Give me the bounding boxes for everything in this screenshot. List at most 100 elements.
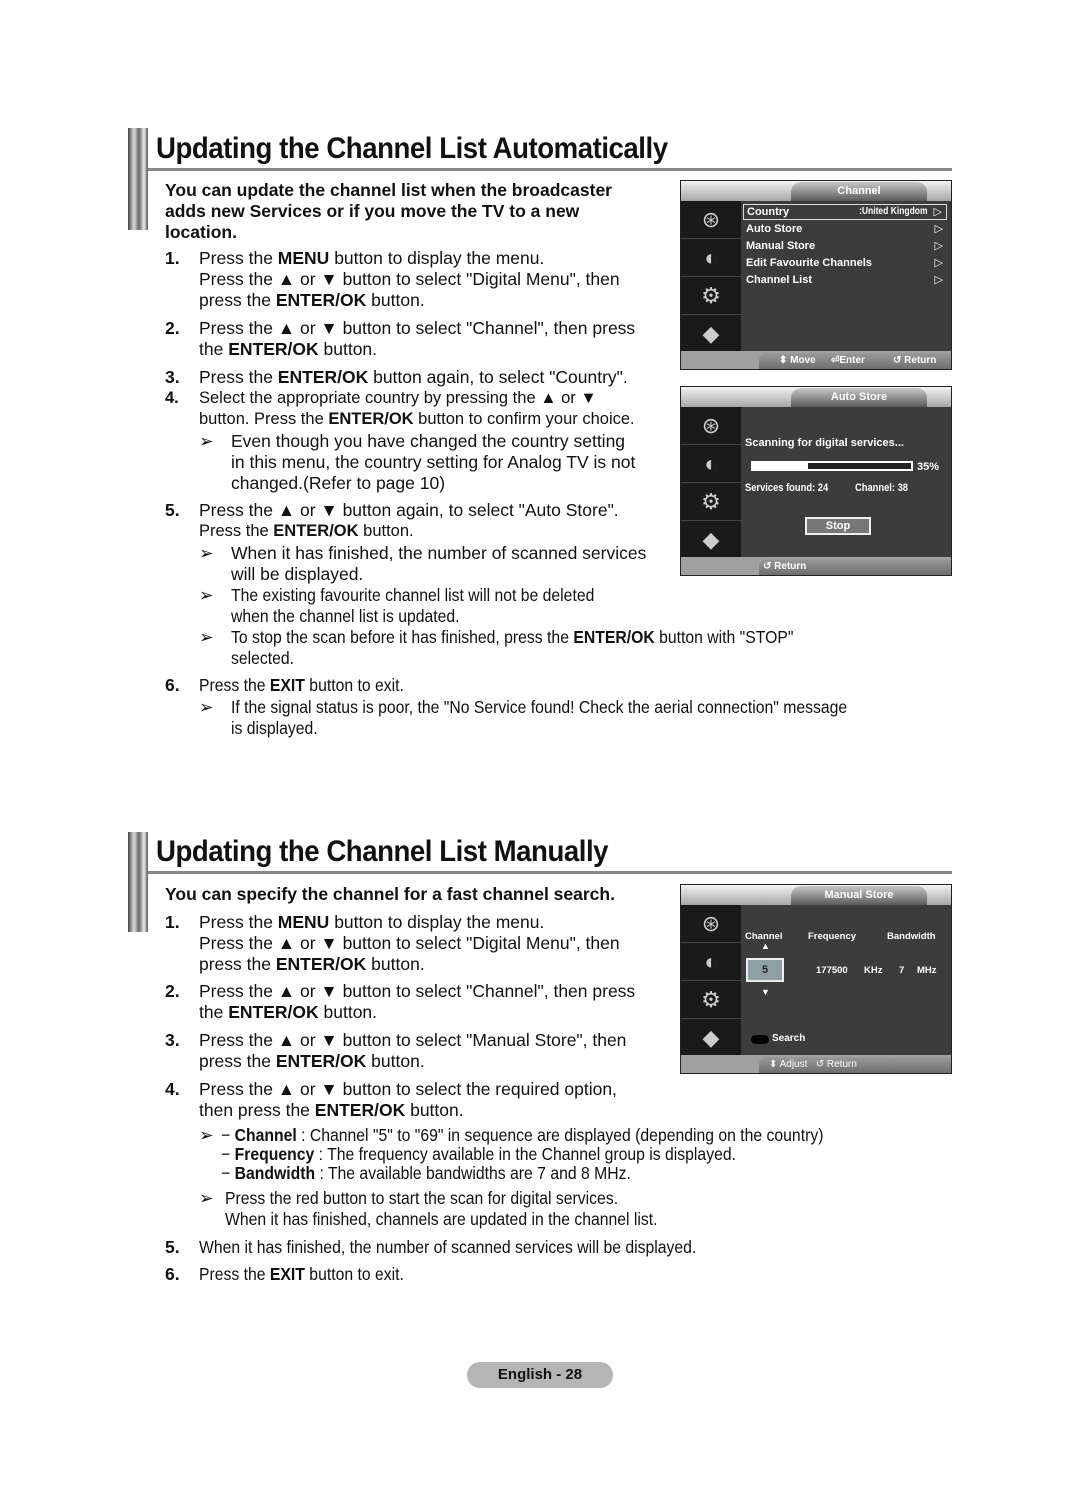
- search-label[interactable]: Search: [772, 1033, 805, 1044]
- chevron-right-icon: ▷: [934, 257, 943, 269]
- menu-item-channel-list[interactable]: Channel List ▷: [743, 272, 947, 288]
- note-arrow-icon: ➢: [199, 585, 214, 605]
- chevron-right-icon: ▷: [934, 274, 943, 286]
- step-number: 5.: [165, 500, 180, 520]
- menu-item-edit-favourite-channels[interactable]: Edit Favourite Channels ▷: [743, 255, 947, 271]
- note-text: in this menu, the country setting for An…: [231, 452, 636, 472]
- menu-item-manual-store[interactable]: Manual Store ▷: [743, 238, 947, 254]
- step-text: Press the ▲ or ▼ button to select "Chann…: [199, 318, 636, 338]
- setup-gear-icon: ⚙: [681, 277, 741, 315]
- osd-sidebar: ⊛ ◐ ⚙ ◆: [681, 201, 741, 353]
- note-arrow-icon: ➢: [199, 627, 214, 647]
- setup-gear-icon: ⚙: [681, 483, 741, 521]
- bandwidth-unit: MHz: [917, 965, 937, 976]
- channel-down-icon[interactable]: ▼: [761, 987, 770, 997]
- step-number: 2.: [165, 981, 180, 1001]
- step-number: 6.: [165, 1264, 180, 1284]
- sound-icon: ◐: [681, 239, 741, 277]
- scanning-text: Scanning for digital services...: [745, 437, 904, 449]
- step-text: Press the ▲ or ▼ button to select the re…: [199, 1079, 617, 1099]
- step-text: Press the ▲ or ▼ button to select "Chann…: [199, 981, 636, 1001]
- note-text: If the signal status is poor, the "No Se…: [231, 697, 848, 717]
- channel-up-icon[interactable]: ▲: [761, 941, 770, 951]
- stop-button[interactable]: Stop: [805, 517, 871, 535]
- step-text: then press the ENTER/OK button.: [199, 1100, 464, 1120]
- step-text: Press the ▲ or ▼ button to select "Digit…: [199, 269, 620, 289]
- red-button-icon: [751, 1035, 769, 1044]
- step-text: Press the ▲ or ▼ button to select "Digit…: [199, 933, 620, 953]
- menu-item-country[interactable]: Country:United Kingdom ▷: [743, 204, 947, 220]
- picture-icon: ⊛: [681, 407, 741, 445]
- step-text: Press the ENTER/OK button again, to sele…: [199, 367, 628, 387]
- sound-icon: ◐: [681, 445, 741, 483]
- note-text: − Frequency : The frequency available in…: [221, 1144, 736, 1164]
- input-icon: ◆: [681, 315, 741, 353]
- note-text: To stop the scan before it has finished,…: [231, 627, 794, 647]
- note-text: selected.: [231, 648, 295, 668]
- step-number: 6.: [165, 675, 180, 695]
- frequency-unit: KHz: [864, 965, 883, 976]
- frequency-value: 177500: [816, 965, 848, 976]
- step-text: When it has finished, the number of scan…: [199, 1237, 697, 1257]
- chevron-right-icon: ▷: [934, 240, 943, 252]
- section-rule: [148, 871, 952, 874]
- note-text: when the channel list is updated.: [231, 606, 460, 626]
- step-number: 4.: [165, 389, 179, 407]
- page-number-badge: English - 28: [467, 1362, 613, 1388]
- frequency-col-label: Frequency: [808, 931, 857, 942]
- progress-fill: [753, 463, 809, 469]
- note-arrow-icon: ➢: [199, 431, 214, 451]
- step-number: 3.: [165, 1030, 180, 1050]
- step-number: 5.: [165, 1237, 180, 1257]
- note-arrow-icon: ➢: [199, 1125, 214, 1145]
- step-number: 3.: [165, 367, 180, 387]
- services-found: Services found: 24: [745, 482, 829, 494]
- input-icon: ◆: [681, 521, 741, 559]
- note-text: Press the red button to start the scan f…: [225, 1188, 619, 1208]
- osd-sidebar: ⊛ ◐ ⚙ ◆: [681, 407, 741, 559]
- adjust-return-hint: ⬍ Adjust ↺ Return: [769, 1059, 857, 1070]
- step-text: press the ENTER/OK button.: [199, 954, 425, 974]
- sound-icon: ◐: [681, 943, 741, 981]
- note-text: will be displayed.: [231, 564, 364, 584]
- bandwidth-value: 7: [899, 965, 905, 976]
- section-title: Updating the Channel List Automatically: [156, 132, 668, 165]
- step-number: 2.: [165, 318, 180, 338]
- step-text: Press the MENU button to display the men…: [199, 248, 545, 268]
- osd-footer: ⬍ Adjust ↺ Return: [681, 1055, 951, 1073]
- progress-percent: 35%: [917, 461, 940, 473]
- menu-item-label: Country: [747, 206, 790, 218]
- osd-auto-store: Auto Store ⊛ ◐ ⚙ ◆ Scanning for digital …: [680, 386, 952, 576]
- note-arrow-icon: ➢: [199, 543, 214, 563]
- step-text: press the ENTER/OK button.: [199, 1051, 425, 1071]
- section-title: Updating the Channel List Manually: [156, 835, 609, 868]
- intro-line: You can update the channel list when the…: [165, 180, 612, 200]
- picture-icon: ⊛: [681, 905, 741, 943]
- note-arrow-icon: ➢: [199, 697, 214, 717]
- note-text: Even though you have changed the country…: [231, 431, 626, 451]
- intro-line: adds new Services or if you move the TV …: [165, 201, 580, 221]
- menu-item-label: Manual Store: [746, 240, 816, 252]
- channel-input[interactable]: 5: [746, 958, 784, 982]
- menu-item-label: Channel List: [746, 274, 813, 286]
- step-text: button. Press the ENTER/OK button to con…: [199, 410, 635, 428]
- osd-title: Manual Store: [791, 886, 927, 905]
- osd-channel-menu: Channel ⊛ ◐ ⚙ ◆ Country:United Kingdom ▷ A…: [680, 180, 952, 370]
- menu-item-auto-store[interactable]: Auto Store ▷: [743, 221, 947, 237]
- input-icon: ◆: [681, 1019, 741, 1057]
- return-hint: ↺ Return: [763, 561, 807, 572]
- note-arrow-icon: ➢: [199, 1188, 214, 1208]
- chevron-right-icon: ▷: [934, 223, 943, 235]
- osd-footer: ⬍ Move ⏎Enter ↺ Return: [681, 351, 951, 369]
- note-text: − Channel : Channel "5" to "69" in seque…: [221, 1125, 824, 1145]
- osd-manual-store: Manual Store ⊛ ◐ ⚙ ◆ Channel Frequency B…: [680, 884, 952, 1074]
- note-text: When it has finished, the number of scan…: [231, 543, 647, 563]
- step-text: Press the ENTER/OK button.: [199, 522, 414, 540]
- return-hint: ↺ Return: [893, 355, 937, 366]
- step-text: the ENTER/OK button.: [199, 339, 378, 359]
- step-text: Press the MENU button to display the men…: [199, 912, 545, 932]
- osd-footer: ↺ Return: [681, 557, 951, 575]
- section-bar: [128, 832, 148, 932]
- section-rule: [148, 168, 952, 171]
- scan-progress-bar: [751, 461, 913, 471]
